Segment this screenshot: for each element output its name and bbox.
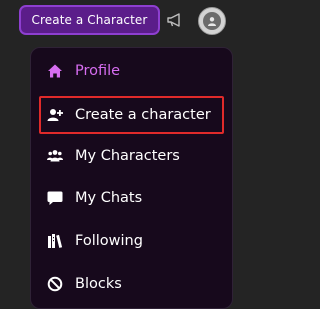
home-icon <box>48 64 62 78</box>
menu-item-label: My Chats <box>75 190 143 206</box>
menu-item-label: My Characters <box>75 148 180 164</box>
menu-item-my-chats[interactable]: My Chats <box>31 179 232 217</box>
menu-item-label: Profile <box>75 63 121 79</box>
user-plus-icon <box>47 109 63 121</box>
account-dropdown-menu: Profile Create a character My Characters… <box>30 47 233 309</box>
ban-icon <box>47 276 63 292</box>
users-icon <box>47 150 63 162</box>
menu-item-create-a-character[interactable]: Create a character <box>39 96 224 134</box>
menu-item-my-characters[interactable]: My Characters <box>31 137 232 175</box>
create-a-character-button[interactable]: Create a Character <box>19 5 160 35</box>
top-bar: Create a Character <box>0 0 264 42</box>
menu-item-profile[interactable]: Profile <box>31 52 232 90</box>
user-avatar-icon[interactable] <box>198 7 226 35</box>
menu-item-blocks[interactable]: Blocks <box>31 265 232 303</box>
menu-item-label: Following <box>75 233 143 249</box>
library-icon <box>48 234 63 248</box>
menu-item-label: Blocks <box>75 276 122 292</box>
megaphone-icon[interactable] <box>166 12 184 28</box>
chat-bubble-icon <box>47 191 63 205</box>
menu-item-following[interactable]: Following <box>31 222 232 260</box>
menu-item-label: Create a character <box>75 107 211 123</box>
user-silhouette-icon <box>203 12 221 30</box>
